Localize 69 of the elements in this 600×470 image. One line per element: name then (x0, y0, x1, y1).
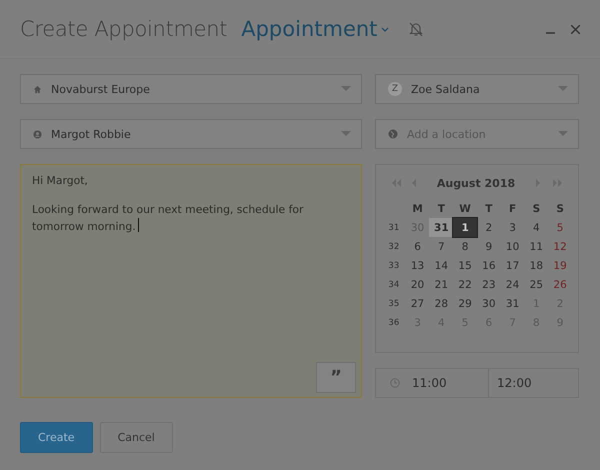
calendar-day[interactable]: 15 (453, 256, 477, 275)
calendar-day[interactable]: 30 (476, 294, 501, 313)
calendar-day[interactable]: 31 (500, 294, 524, 313)
calendar-day[interactable]: 4 (524, 218, 548, 237)
person-icon (33, 130, 42, 138)
weekday-label: T (476, 199, 501, 218)
bell-off-icon[interactable] (409, 22, 424, 36)
calendar-day[interactable]: 2 (476, 218, 501, 237)
calendar-day[interactable]: 29 (453, 294, 477, 313)
week-number: 34 (387, 278, 400, 292)
calendar-day[interactable]: 18 (524, 256, 548, 275)
start-time-field[interactable]: 11:00 (412, 376, 488, 390)
dropdown-caret-icon (341, 131, 351, 137)
quote-button[interactable]: ” (316, 362, 356, 393)
calendar-day[interactable]: 9 (476, 237, 501, 256)
calendar-day[interactable]: 23 (476, 275, 501, 294)
calendar-day[interactable]: 1 (453, 218, 477, 237)
week-number: 36 (387, 316, 400, 330)
calendar-day[interactable]: 26 (548, 275, 572, 294)
calendar-day[interactable]: 31 (429, 218, 454, 237)
calendar-day[interactable]: 3 (500, 218, 524, 237)
weekday-label: M (406, 199, 430, 218)
select-field[interactable]: Margot Robbie (20, 119, 362, 149)
end-time-field[interactable]: 12:00 (488, 369, 578, 397)
week-number: 33 (387, 260, 400, 272)
calendar-day[interactable]: 16 (476, 256, 501, 275)
calendar-day[interactable]: 21 (429, 275, 454, 294)
calendar-day[interactable]: 8 (453, 237, 477, 256)
weekday-label: S (532, 202, 542, 216)
calendar-day[interactable]: 12 (548, 237, 572, 256)
week-number: 31 (387, 222, 400, 234)
appointment-type-dropdown[interactable]: Appointment (241, 17, 390, 41)
calendar-day[interactable]: 5 (548, 218, 572, 237)
calendar-day[interactable]: 27 (406, 294, 430, 313)
calendar-day[interactable]: 25 (524, 275, 548, 294)
select-field[interactable]: Z Zoe Saldana (375, 74, 579, 104)
weekday-label: F (508, 202, 518, 216)
calendar-day[interactable]: 11 (524, 237, 548, 256)
cancel-button[interactable]: Cancel (100, 422, 173, 453)
avatar: Z (388, 82, 402, 96)
globe-icon (388, 129, 398, 139)
dropdown-caret-icon (558, 86, 568, 92)
weekday-label: T (429, 199, 454, 218)
weekday-label: W (453, 199, 477, 218)
dialog-title: Create Appointment (20, 17, 228, 41)
calendar-day[interactable]: 28 (429, 294, 454, 313)
calendar-day[interactable]: 20 (406, 275, 430, 294)
create-button[interactable]: Create (20, 422, 93, 453)
close-icon[interactable] (571, 24, 580, 34)
week-number: 32 (387, 240, 400, 254)
calendar-day[interactable]: 13 (406, 256, 430, 275)
select-field[interactable]: Novaburst Europe (20, 74, 362, 104)
home-icon (33, 84, 42, 94)
calendar-day[interactable]: 6 (406, 237, 430, 256)
weekday-label: S (555, 202, 565, 216)
calendar-day[interactable]: 24 (500, 275, 524, 294)
calendar-day[interactable]: 10 (500, 237, 524, 256)
calendar-day[interactable]: 19 (548, 256, 572, 275)
dropdown-caret-icon (558, 131, 568, 137)
chevron-icon (381, 26, 390, 32)
calendar-day[interactable]: 22 (453, 275, 477, 294)
calendar-day[interactable]: 14 (429, 256, 454, 275)
dropdown-caret-icon (341, 86, 351, 92)
clock-icon (390, 378, 400, 388)
calendar-day[interactable]: 17 (500, 256, 524, 275)
week-number: 35 (387, 298, 400, 310)
calendar-day[interactable]: 7 (429, 237, 454, 256)
message-textarea[interactable]: Hi Margot, Looking forward to our next meeting, schedule for tomorrow morning. ” (20, 164, 362, 398)
month-title: August 2018 (436, 176, 516, 190)
